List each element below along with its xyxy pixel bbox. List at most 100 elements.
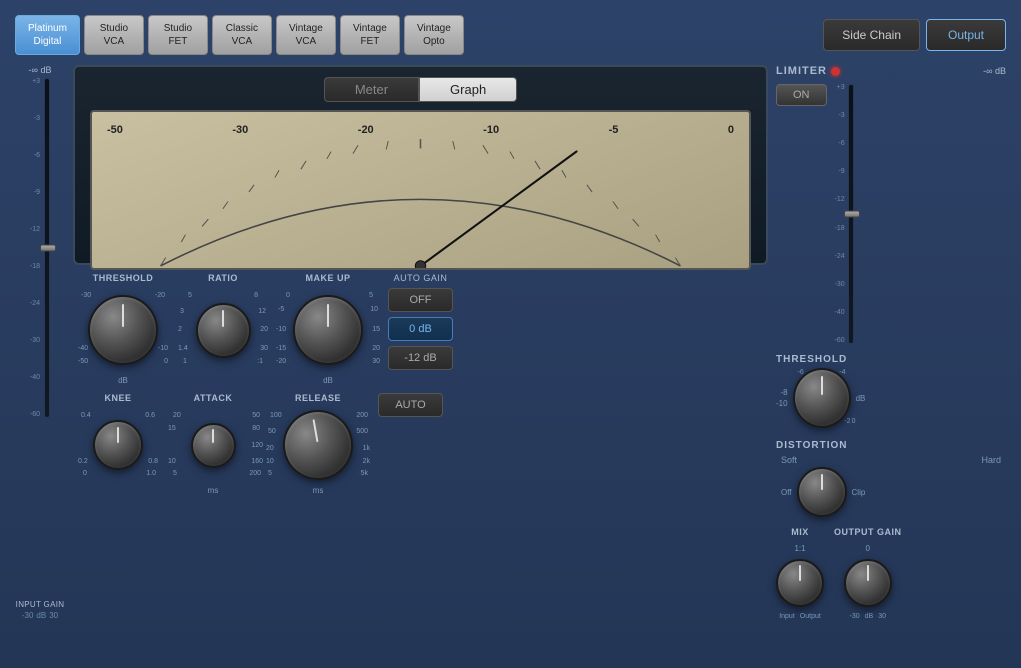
threshold-right-knob-wrapper: -6 -4 -2 0 bbox=[793, 369, 851, 427]
rf-m40: -40 bbox=[835, 309, 845, 316]
tab-vintage-opto[interactable]: VintageOpto bbox=[404, 15, 464, 55]
mu-s6: -10 bbox=[276, 326, 286, 333]
attack-s1: 20 bbox=[173, 412, 181, 419]
output-gain-minmax: -30 dB 30 bbox=[850, 613, 886, 620]
tab-vintage-vca[interactable]: VintageVCA bbox=[276, 15, 336, 55]
output-gain-knob[interactable] bbox=[844, 559, 892, 607]
attack-s4: 80 bbox=[252, 425, 260, 432]
mu-s5: 10 bbox=[370, 306, 378, 313]
vu-display: -50 -30 -20 -10 -5 0 bbox=[90, 110, 751, 270]
distortion-controls: Off Clip bbox=[776, 467, 1006, 517]
mu-s9: 20 bbox=[372, 345, 380, 352]
limiter-controls: ON +3 -3 -6 -9 -12 -18 -24 -30 -40 -60 bbox=[776, 84, 1006, 344]
right-fader-thumb[interactable] bbox=[844, 211, 860, 218]
mix-label: MIX bbox=[791, 527, 809, 537]
tick-m12: -12 bbox=[30, 226, 40, 233]
meter-tab-meter[interactable]: Meter bbox=[324, 77, 419, 102]
ratio-s2: 8 bbox=[254, 292, 258, 299]
attack-s6: 10 bbox=[168, 458, 176, 465]
attack-s3: 15 bbox=[168, 425, 176, 432]
auto-gain-off[interactable]: OFF bbox=[388, 288, 453, 312]
threshold-group: THRESHOLD -30 -20 -40 -10 -50 0 dB bbox=[78, 273, 168, 385]
tick-m30: -30 bbox=[30, 337, 40, 344]
ratio-s7: 1.4 bbox=[178, 345, 188, 352]
distortion-knob[interactable] bbox=[797, 467, 847, 517]
og-unit: dB bbox=[865, 613, 874, 620]
knee-s2: 0.6 bbox=[145, 412, 155, 419]
attack-s9: 200 bbox=[249, 470, 261, 477]
threshold-unit: dB bbox=[118, 376, 128, 385]
rf-m18: -18 bbox=[835, 225, 845, 232]
makeup-group: MAKE UP 0 5 -5 10 -10 15 -15 20 -20 30 bbox=[278, 273, 378, 385]
threshold-knob[interactable] bbox=[88, 295, 158, 365]
auto-button[interactable]: AUTO bbox=[378, 393, 443, 417]
limiter-db: -∞ dB bbox=[983, 66, 1006, 76]
attack-group: ATTACK 20 50 15 80 120 10 160 5 200 ms bbox=[168, 393, 258, 495]
tick-m40: -40 bbox=[30, 374, 40, 381]
attack-knob[interactable] bbox=[191, 423, 236, 468]
mix-input-output-labels: Input Output bbox=[779, 613, 821, 620]
auto-gain-m12db[interactable]: -12 dB bbox=[388, 346, 453, 370]
knee-group: KNEE 0.4 0.6 0.2 0.8 0 1.0 bbox=[78, 393, 158, 480]
top-right-buttons: Side Chain Output bbox=[823, 19, 1006, 51]
mu-s1: 0 bbox=[286, 292, 290, 299]
content-area: -∞ dB +3 -3 -6 -9 -12 -18 -24 -30 -40 -6… bbox=[15, 65, 1006, 620]
mu-s11: 30 bbox=[372, 358, 380, 365]
knee-s3: 0.2 bbox=[78, 458, 88, 465]
sidechain-button[interactable]: Side Chain bbox=[823, 19, 920, 51]
rel-s7: 10 bbox=[266, 458, 274, 465]
rf-t3: +3 bbox=[835, 84, 845, 91]
output-button[interactable]: Output bbox=[926, 19, 1006, 51]
knee-s6: 1.0 bbox=[146, 470, 156, 477]
tick-m24: -24 bbox=[30, 300, 40, 307]
rel-s1: 100 bbox=[270, 412, 282, 419]
tab-classic-vca[interactable]: ClassicVCA bbox=[212, 15, 272, 55]
attack-label: ATTACK bbox=[194, 393, 233, 403]
main-center: Meter Graph -50 -30 -20 -10 -5 0 bbox=[73, 65, 768, 620]
ratio-group: RATIO 5 8 3 12 2 20 1.4 30 1 :1 bbox=[178, 273, 268, 370]
mix-input-label: Input bbox=[779, 613, 795, 620]
dist-off: Off bbox=[781, 488, 792, 497]
release-knob[interactable] bbox=[277, 404, 358, 485]
makeup-label: MAKE UP bbox=[305, 273, 350, 283]
mix-knob[interactable] bbox=[776, 559, 824, 607]
og-max: 30 bbox=[878, 613, 886, 620]
distortion-type-labels: Soft Hard bbox=[776, 455, 1006, 465]
top-knobs-row: THRESHOLD -30 -20 -40 -10 -50 0 dB RATIO bbox=[73, 273, 768, 385]
knee-knob[interactable] bbox=[93, 420, 143, 470]
ratio-knob[interactable] bbox=[196, 303, 251, 358]
thresh-scale-tl: -30 bbox=[81, 292, 91, 299]
threshold-right-knob[interactable] bbox=[793, 368, 851, 428]
limiter-label: LIMITER bbox=[776, 65, 827, 77]
right-fader[interactable] bbox=[848, 84, 854, 344]
mix-output-label: Output bbox=[800, 613, 821, 620]
makeup-knob[interactable] bbox=[293, 295, 363, 365]
ratio-s5: 2 bbox=[178, 326, 182, 333]
meter-tabs: Meter Graph bbox=[85, 77, 756, 102]
bottom-knobs-row: KNEE 0.4 0.6 0.2 0.8 0 1.0 ATTACK bbox=[73, 393, 768, 495]
ratio-s1: 5 bbox=[188, 292, 192, 299]
tab-studio-fet[interactable]: StudioFET bbox=[148, 15, 208, 55]
rel-s9: 5 bbox=[268, 470, 272, 477]
limiter-on-section: ON bbox=[776, 84, 827, 106]
tab-platinum-digital[interactable]: PlatinumDigital bbox=[15, 15, 80, 55]
auto-gain-0db[interactable]: 0 dB bbox=[388, 317, 453, 341]
thresh-scale-bl: -40 bbox=[78, 345, 88, 352]
distortion-section: DISTORTION Soft Hard Off Clip bbox=[776, 440, 1006, 517]
limiter-header: LIMITER -∞ dB bbox=[776, 65, 1006, 77]
ratio-s9: 1 bbox=[183, 358, 187, 365]
tab-studio-vca[interactable]: StudioVCA bbox=[84, 15, 144, 55]
rf-m9: -9 bbox=[835, 168, 845, 175]
meter-tab-graph[interactable]: Graph bbox=[419, 77, 517, 102]
right-section: LIMITER -∞ dB ON +3 -3 -6 -9 -12 bbox=[776, 65, 1006, 620]
tick-m9: -9 bbox=[30, 189, 40, 196]
input-gain-fader[interactable] bbox=[44, 78, 50, 418]
tl-m10: -10 bbox=[776, 399, 788, 408]
tab-vintage-fet[interactable]: VintageFET bbox=[340, 15, 400, 55]
rel-s10: 5k bbox=[361, 470, 368, 477]
knee-s4: 0.8 bbox=[148, 458, 158, 465]
input-gain-label: INPUT GAIN bbox=[16, 600, 65, 609]
limiter-on-button[interactable]: ON bbox=[776, 84, 827, 106]
ratio-s3: 3 bbox=[180, 308, 184, 315]
auto-gain-group: AUTO GAIN OFF 0 dB -12 dB bbox=[388, 273, 453, 370]
